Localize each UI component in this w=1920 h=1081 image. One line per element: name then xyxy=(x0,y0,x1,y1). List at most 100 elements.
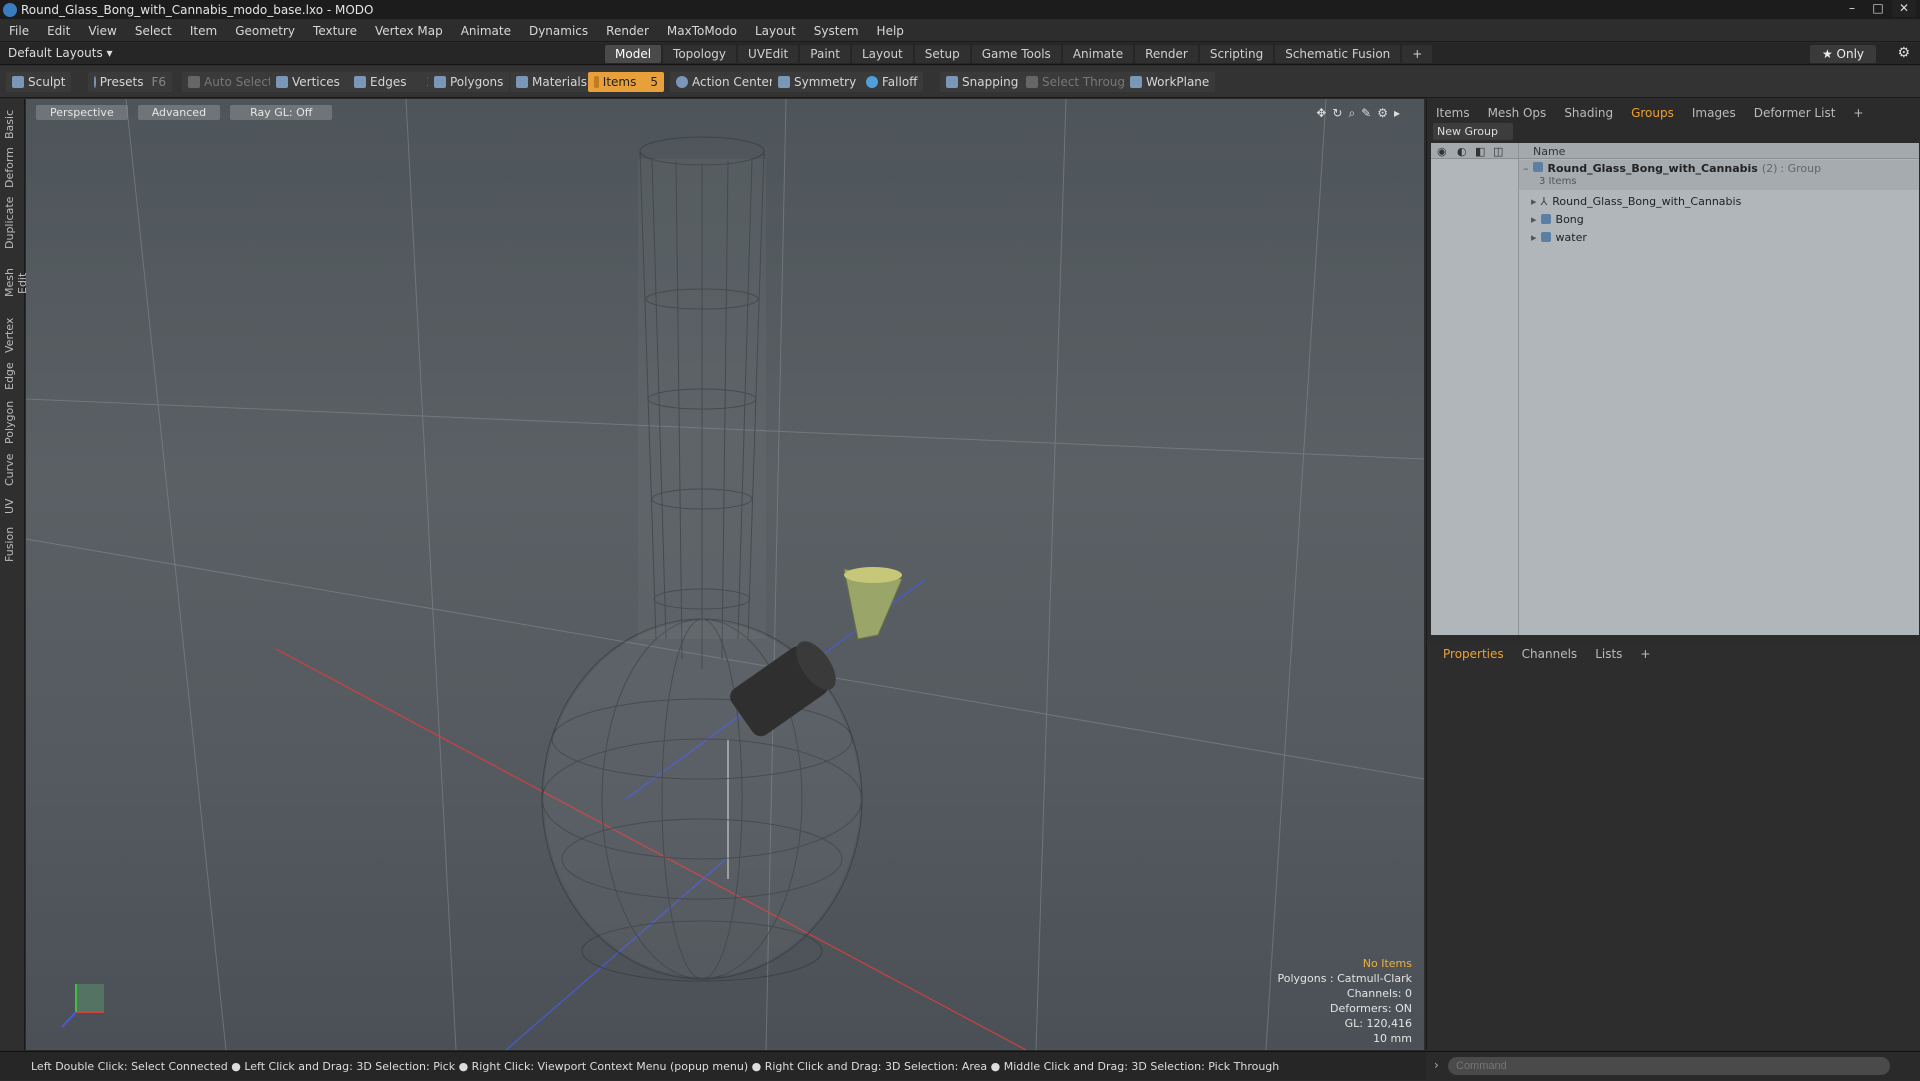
menu-help[interactable]: Help xyxy=(868,24,913,38)
auto-select-icon xyxy=(188,76,200,88)
tab-render[interactable]: Render xyxy=(1135,45,1198,63)
expand-icon[interactable]: ▸ xyxy=(1531,213,1537,226)
tab-model[interactable]: Model xyxy=(605,45,662,63)
tab-items[interactable]: Items xyxy=(1427,106,1479,120)
group-tree: ◉ ◐ ◧ ◫ Name – Round_Glass_Bong_with_Can… xyxy=(1431,143,1919,635)
sculpt-button[interactable]: Sculpt xyxy=(6,72,72,92)
tab-mesh-edit[interactable]: Mesh Edit xyxy=(3,257,29,309)
tab-layout[interactable]: Layout xyxy=(851,45,913,63)
presets-icon xyxy=(94,76,96,88)
expand-icon[interactable]: ▸ xyxy=(1531,195,1537,208)
items-icon xyxy=(594,76,599,88)
only-button[interactable]: ★ Only xyxy=(1810,45,1876,63)
chevron-right-icon: › xyxy=(1434,1058,1439,1072)
menu-select[interactable]: Select xyxy=(126,24,181,38)
action-center-button[interactable]: Action Center xyxy=(670,72,780,92)
materials-button[interactable]: Materials xyxy=(510,72,594,92)
polygons-info: Polygons : Catmull-Clark xyxy=(1277,972,1412,985)
falloff-button[interactable]: Falloff xyxy=(860,72,924,92)
mesh-icon xyxy=(1540,214,1551,224)
viewport-scene xyxy=(26,99,1424,1050)
right-panel-tabs: Items Mesh Ops Shading Groups Images Def… xyxy=(1427,103,1920,123)
tab-edge[interactable]: Edge xyxy=(3,361,21,391)
tab-animate[interactable]: Animate xyxy=(1062,45,1134,63)
tab-mesh-ops[interactable]: Mesh Ops xyxy=(1479,106,1556,120)
axis-gizmo xyxy=(61,984,104,1028)
tab-curve[interactable]: Curve xyxy=(3,453,21,487)
layout-dropdown[interactable]: Default Layouts ▾ xyxy=(8,46,113,60)
minimize-button[interactable]: – xyxy=(1840,0,1864,17)
tab-schematic-fusion[interactable]: Schematic Fusion xyxy=(1275,45,1401,63)
tab-uv[interactable]: UV xyxy=(3,495,21,517)
3d-viewport[interactable]: Perspective Advanced Ray GL: Off ✥↻⌕✎⚙▸ xyxy=(26,99,1424,1050)
tab-shading[interactable]: Shading xyxy=(1555,106,1622,120)
menu-maxtomodo[interactable]: MaxToModo xyxy=(658,24,746,38)
tab-polygon[interactable]: Polygon xyxy=(3,399,21,445)
tab-properties[interactable]: Properties xyxy=(1437,647,1510,661)
tab-setup[interactable]: Setup xyxy=(914,45,970,63)
tree-item-mesh[interactable]: ▸ ⅄ Round_Glass_Bong_with_Cannabis xyxy=(1531,192,1741,210)
menu-edit[interactable]: Edit xyxy=(38,24,79,38)
close-button[interactable]: ✕ xyxy=(1892,0,1916,17)
menu-render[interactable]: Render xyxy=(597,24,658,38)
items-button[interactable]: Items 5 xyxy=(588,72,664,92)
menu-file[interactable]: File xyxy=(0,24,38,38)
tree-item-water[interactable]: ▸ water xyxy=(1531,228,1587,246)
tab-duplicate[interactable]: Duplicate xyxy=(3,197,21,249)
tree-item-bong[interactable]: ▸ Bong xyxy=(1531,210,1584,228)
menu-texture[interactable]: Texture xyxy=(304,24,366,38)
presets-button[interactable]: Presets F6 xyxy=(88,72,172,92)
menu-view[interactable]: View xyxy=(79,24,125,38)
tab-deform[interactable]: Deform xyxy=(3,147,21,189)
edges-button[interactable]: Edges2 xyxy=(348,72,441,92)
menu-layout[interactable]: Layout xyxy=(746,24,805,38)
tab-lists[interactable]: Lists xyxy=(1589,647,1628,661)
cannabis-top xyxy=(844,567,902,583)
tab-basic[interactable]: Basic xyxy=(3,109,21,139)
tab-scripting[interactable]: Scripting xyxy=(1199,45,1274,63)
tab-groups[interactable]: Groups xyxy=(1622,106,1683,120)
tab-paint[interactable]: Paint xyxy=(800,45,850,63)
add-properties-tab-button[interactable]: + xyxy=(1634,647,1656,661)
tab-game-tools[interactable]: Game Tools xyxy=(971,45,1061,63)
tree-item-label: Round_Glass_Bong_with_Cannabis xyxy=(1552,194,1742,208)
new-group-button[interactable]: New Group xyxy=(1433,123,1513,140)
add-tab-button[interactable]: + xyxy=(1402,45,1433,63)
tree-item-label: Bong xyxy=(1555,212,1584,226)
menu-item[interactable]: Item xyxy=(181,24,226,38)
tab-vertex[interactable]: Vertex xyxy=(3,317,21,353)
select-through-button[interactable]: Select Through xyxy=(1020,72,1139,92)
tab-fusion[interactable]: Fusion xyxy=(3,525,21,563)
group-count: (2) xyxy=(1761,162,1778,175)
menu-vertex-map[interactable]: Vertex Map xyxy=(366,24,452,38)
deformers-info: Deformers: ON xyxy=(1330,1002,1412,1015)
tab-deformer-list[interactable]: Deformer List xyxy=(1745,106,1845,120)
left-tool-tabs: Basic Deform Duplicate Mesh Edit Vertex … xyxy=(0,99,29,1050)
edges-icon xyxy=(354,76,366,88)
menu-geometry[interactable]: Geometry xyxy=(226,24,304,38)
expand-icon[interactable]: ▸ xyxy=(1531,231,1537,244)
tab-uvedit[interactable]: UVEdit xyxy=(738,45,799,63)
menu-animate[interactable]: Animate xyxy=(452,24,520,38)
name-column-header: Name xyxy=(1533,145,1566,158)
menu-dynamics[interactable]: Dynamics xyxy=(520,24,597,38)
snapping-button[interactable]: Snapping xyxy=(940,72,1025,92)
window-controls: – □ ✕ xyxy=(1840,0,1916,17)
polygons-button[interactable]: Polygons xyxy=(428,72,510,92)
menu-system[interactable]: System xyxy=(805,24,868,38)
auto-select-button[interactable]: Auto Select xyxy=(182,72,279,92)
maximize-button[interactable]: □ xyxy=(1866,0,1890,17)
title-bar: Round_Glass_Bong_with_Cannabis_modo_base… xyxy=(0,0,1920,19)
tab-images[interactable]: Images xyxy=(1683,106,1745,120)
group-row[interactable]: – Round_Glass_Bong_with_Cannabis (2) : G… xyxy=(1519,160,1919,190)
add-panel-tab-button[interactable]: + xyxy=(1844,106,1872,120)
gl-info: GL: 120,416 xyxy=(1344,1017,1412,1030)
gear-icon[interactable]: ⚙ xyxy=(1897,45,1910,61)
tab-topology[interactable]: Topology xyxy=(663,45,737,63)
command-input[interactable] xyxy=(1448,1057,1890,1075)
tab-channels[interactable]: Channels xyxy=(1516,647,1584,661)
workplane-button[interactable]: WorkPlane xyxy=(1124,72,1216,92)
collapse-icon[interactable]: – xyxy=(1523,162,1529,175)
symmetry-button[interactable]: Symmetry xyxy=(772,72,863,92)
symmetry-icon xyxy=(778,76,790,88)
